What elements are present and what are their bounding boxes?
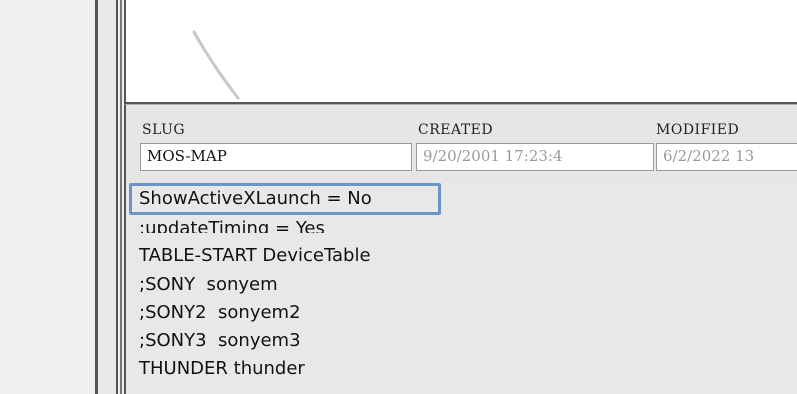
created-label: CREATED (418, 122, 494, 138)
slug-label: SLUG (142, 122, 186, 138)
frame-gap (98, 0, 116, 394)
modified-field[interactable]: 6/2/2022 13 (656, 143, 797, 171)
brush-stroke-graphic (192, 30, 240, 100)
config-line: ;updateTiming = Yes (139, 219, 325, 233)
frame-divider-inner (116, 0, 118, 394)
config-line: THUNDER thunder (139, 358, 305, 379)
modified-label: MODIFIED (656, 122, 740, 138)
config-line: ;SONY sonyem (139, 274, 278, 295)
frame-divider-inner-2 (120, 0, 122, 394)
slug-field[interactable]: MOS-MAP (140, 143, 412, 171)
config-text-area[interactable]: ShowActiveXLaunch = No ;updateTiming = Y… (124, 182, 797, 394)
left-gutter (0, 0, 95, 394)
config-line: ;SONY3 sonyem3 (139, 330, 301, 351)
preview-pane (124, 0, 797, 104)
config-line: TABLE-START DeviceTable (139, 245, 371, 266)
created-field[interactable]: 9/20/2001 17:23:4 (416, 143, 654, 171)
config-line: ... ... ... (139, 387, 282, 394)
config-line: ;SONY2 sonyem2 (139, 302, 301, 323)
metadata-fields-panel: SLUG CREATED MODIFIED MOS-MAP 9/20/2001 … (124, 104, 797, 183)
config-line: ShowActiveXLaunch = No (139, 188, 372, 209)
